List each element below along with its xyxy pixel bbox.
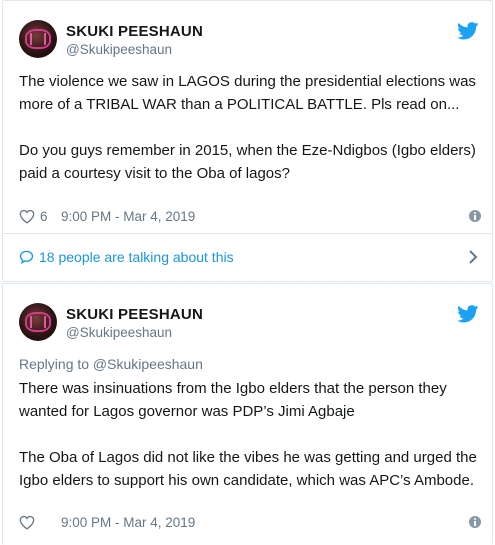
tweet-text: There was insinuations from the Igbo eld… bbox=[19, 377, 481, 492]
replying-to[interactable]: Replying to @Skukipeeshaun bbox=[19, 356, 203, 372]
info-icon[interactable] bbox=[469, 210, 481, 222]
speech-bubble-icon bbox=[19, 250, 34, 264]
heart-icon[interactable] bbox=[19, 515, 35, 530]
tweet-paragraph: The Oba of Lagos did not like the vibes … bbox=[19, 449, 477, 489]
tweet-card[interactable]: SKUKI PEESHAUN @Skukipeeshaun The violen… bbox=[2, 0, 493, 282]
tweet-header: SKUKI PEESHAUN @Skukipeeshaun bbox=[19, 303, 479, 343]
author-handle[interactable]: @Skukipeeshaun bbox=[66, 42, 172, 57]
twitter-bird-icon[interactable] bbox=[457, 22, 479, 40]
heart-icon[interactable] bbox=[19, 209, 35, 224]
tweet-meta: 9:00 PM - Mar 4, 2019 bbox=[19, 514, 481, 532]
author-handle[interactable]: @Skukipeeshaun bbox=[66, 325, 172, 340]
divider bbox=[3, 233, 492, 234]
tweet-card[interactable]: SKUKI PEESHAUN @Skukipeeshaun Replying t… bbox=[2, 283, 493, 545]
tweet-paragraph: There was insinuations from the Igbo eld… bbox=[19, 380, 447, 420]
tweet-text: The violence we saw in LAGOS during the … bbox=[19, 70, 481, 185]
tweet-meta: 6 9:00 PM - Mar 4, 2019 bbox=[19, 208, 481, 226]
tweet-paragraph: Do you guys remember in 2015, when the E… bbox=[19, 142, 476, 182]
tweet-paragraph: The violence we saw in LAGOS during the … bbox=[19, 73, 476, 113]
avatar[interactable] bbox=[19, 303, 57, 341]
author-name[interactable]: SKUKI PEESHAUN bbox=[66, 306, 203, 323]
chevron-right-icon[interactable] bbox=[467, 249, 479, 265]
timestamp[interactable]: 9:00 PM - Mar 4, 2019 bbox=[61, 209, 195, 224]
tweet-header: SKUKI PEESHAUN @Skukipeeshaun bbox=[19, 20, 479, 60]
conversation-label[interactable]: 18 people are talking about this bbox=[39, 249, 234, 265]
timestamp[interactable]: 9:00 PM - Mar 4, 2019 bbox=[61, 515, 195, 530]
author-name[interactable]: SKUKI PEESHAUN bbox=[66, 23, 203, 40]
avatar[interactable] bbox=[19, 20, 57, 58]
like-count: 6 bbox=[40, 209, 48, 224]
conversation-link[interactable]: 18 people are talking about this bbox=[19, 248, 479, 268]
twitter-bird-icon[interactable] bbox=[457, 305, 479, 323]
info-icon[interactable] bbox=[469, 516, 481, 528]
